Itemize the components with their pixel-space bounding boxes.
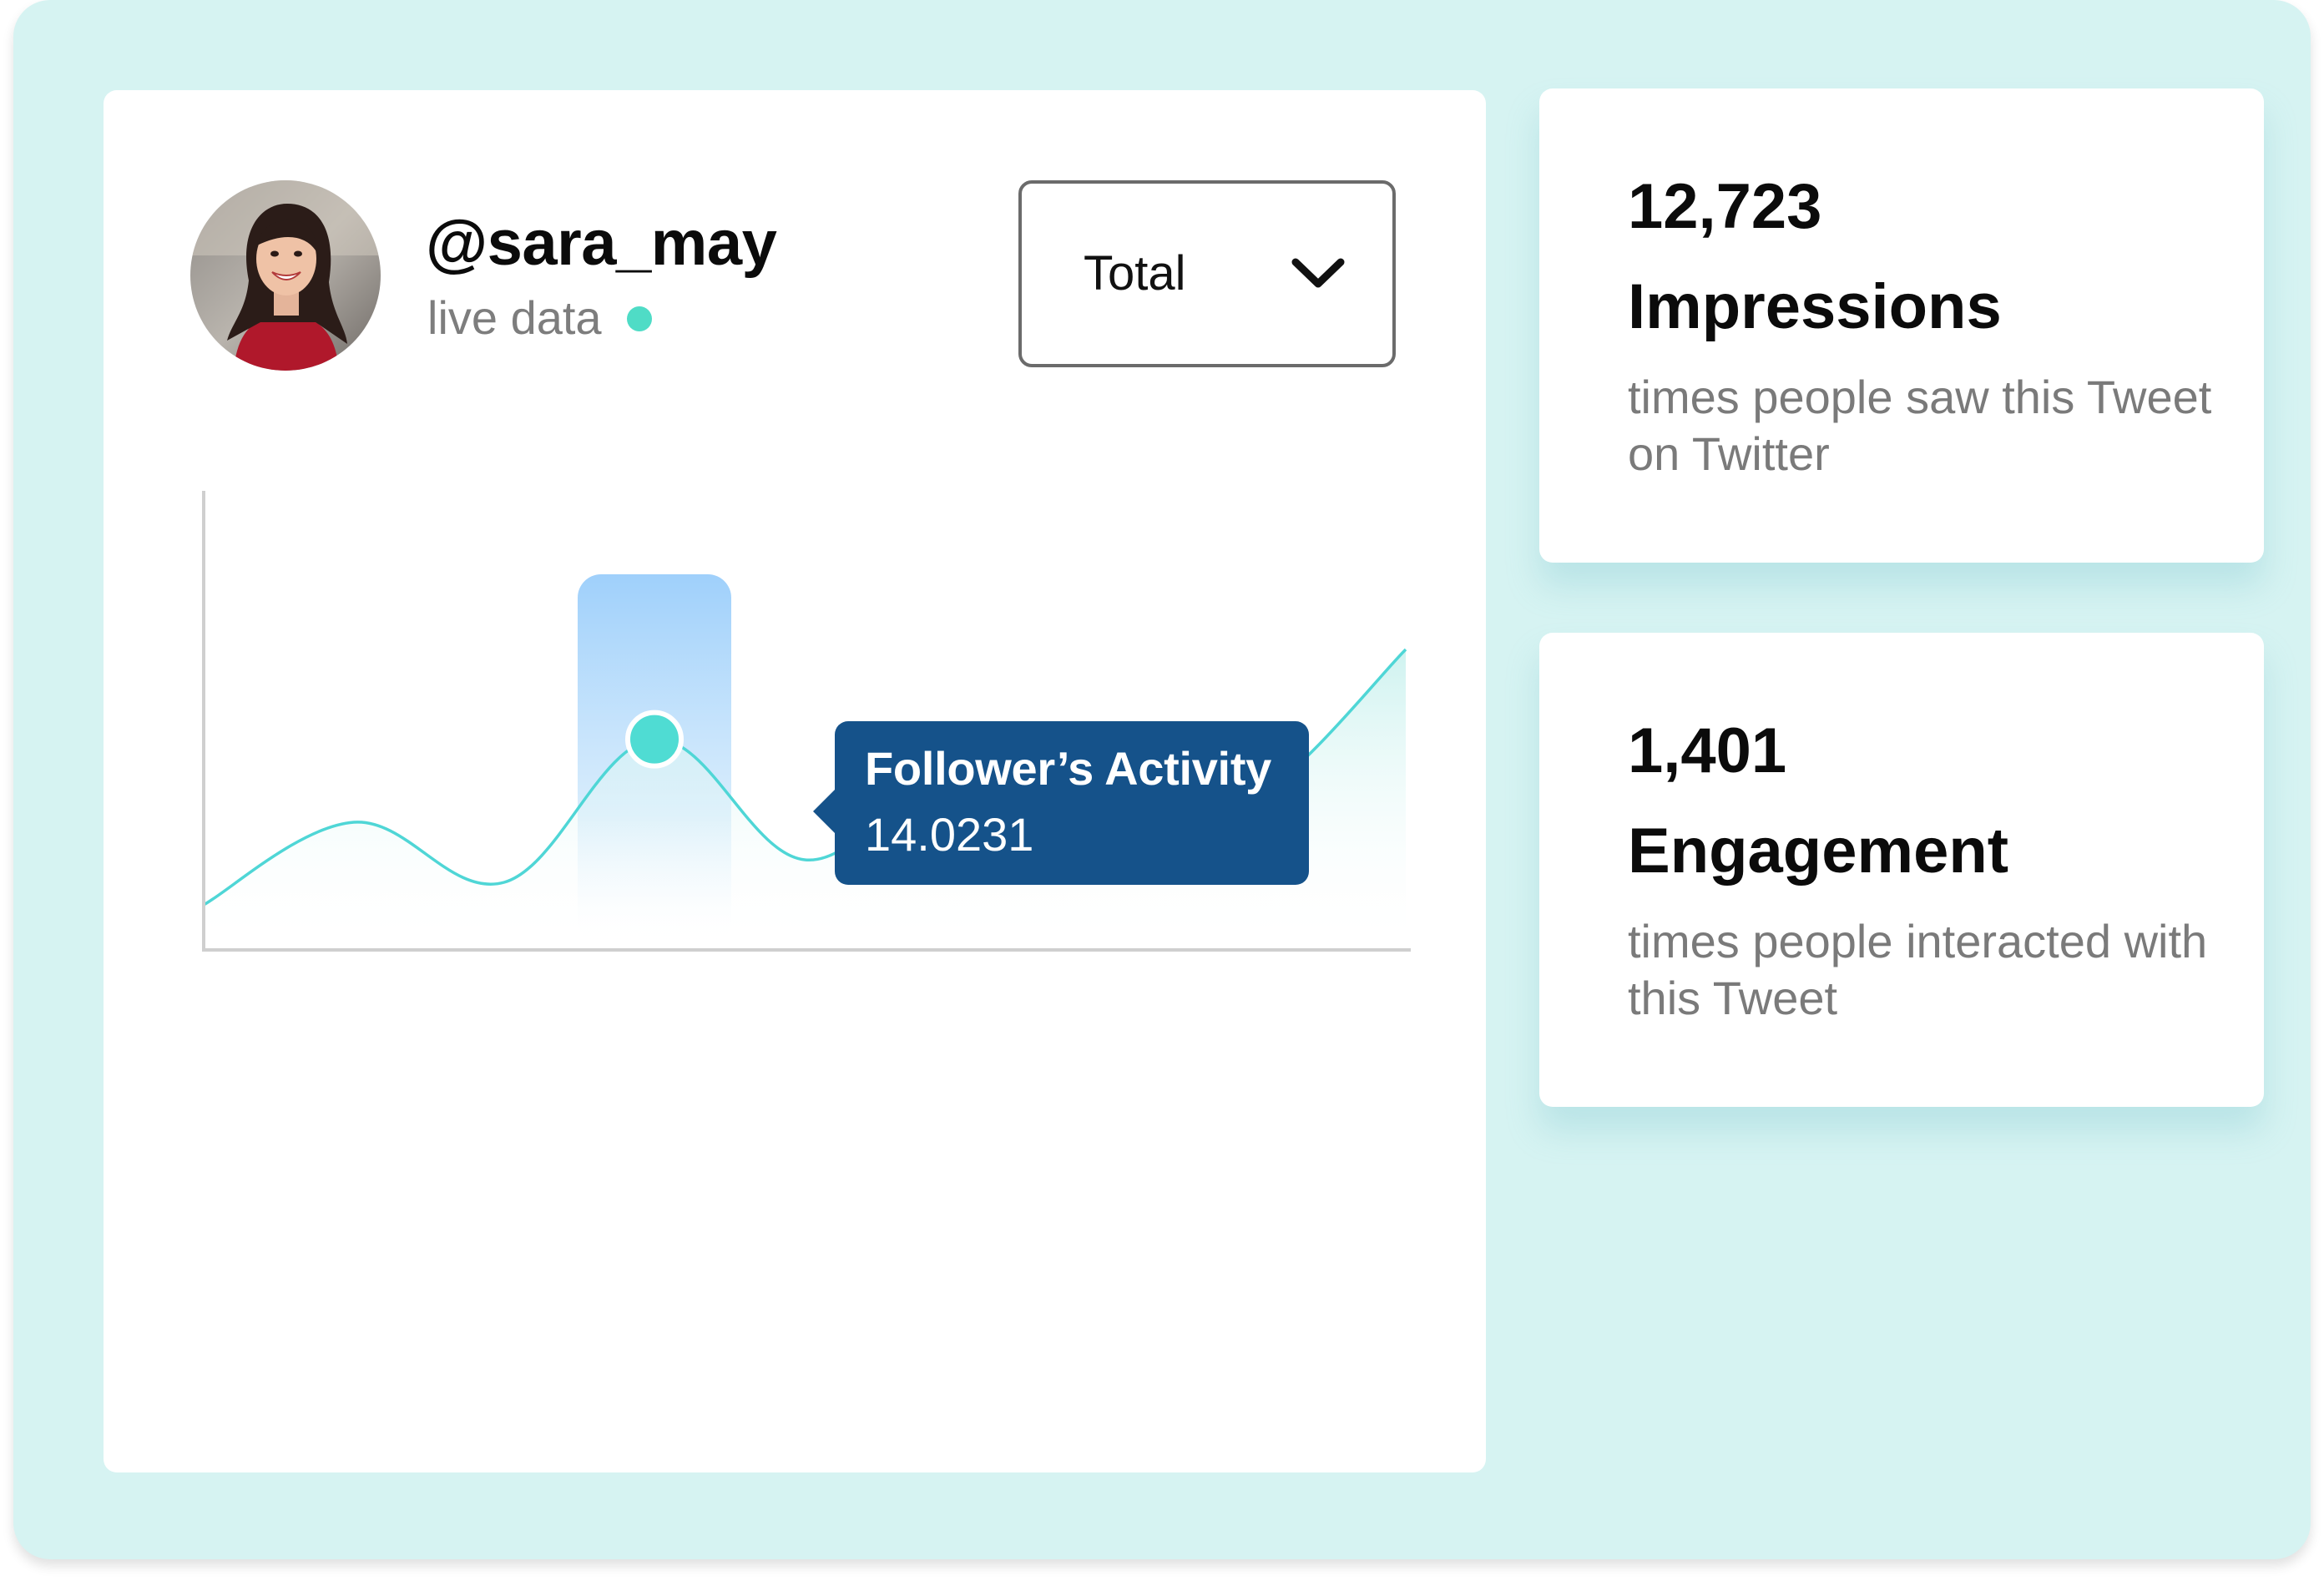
period-dropdown[interactable]: Total xyxy=(1018,180,1396,367)
impressions-description: times people saw this Tweet on Twitter xyxy=(1628,371,2212,480)
activity-chart xyxy=(202,491,1411,952)
engagement-card: 1,401 Engagement times people interacted… xyxy=(1539,633,2264,1107)
engagement-description: times people interacted with this Tweet xyxy=(1628,915,2208,1024)
impressions-value: 12,723 xyxy=(1628,171,1822,242)
engagement-title: Engagement xyxy=(1628,816,2009,886)
impressions-title: Impressions xyxy=(1628,271,2002,342)
page: @sara_may live data Total Follower’s Act… xyxy=(0,0,2324,1586)
avatar-photo-icon xyxy=(190,180,381,371)
dropdown-selected-value: Total xyxy=(1084,246,1186,301)
impressions-card: 12,723 Impressions times people saw this… xyxy=(1539,88,2264,563)
chevron-down-icon xyxy=(1291,258,1345,288)
avatar[interactable] xyxy=(190,180,381,371)
highlight-point[interactable] xyxy=(625,710,684,769)
analytics-card: @sara_may live data Total Follower’s Act… xyxy=(104,90,1486,1472)
engagement-value: 1,401 xyxy=(1628,715,1787,786)
tooltip-value: 14.0231 xyxy=(865,808,1034,861)
live-status-label: live data xyxy=(427,291,602,344)
username: @sara_may xyxy=(426,208,777,279)
live-status: live data xyxy=(427,290,652,345)
tooltip-title: Follower’s Activity xyxy=(865,742,1272,795)
chart-tooltip: Follower’s Activity 14.0231 xyxy=(813,721,1309,885)
live-indicator-icon xyxy=(626,306,652,331)
